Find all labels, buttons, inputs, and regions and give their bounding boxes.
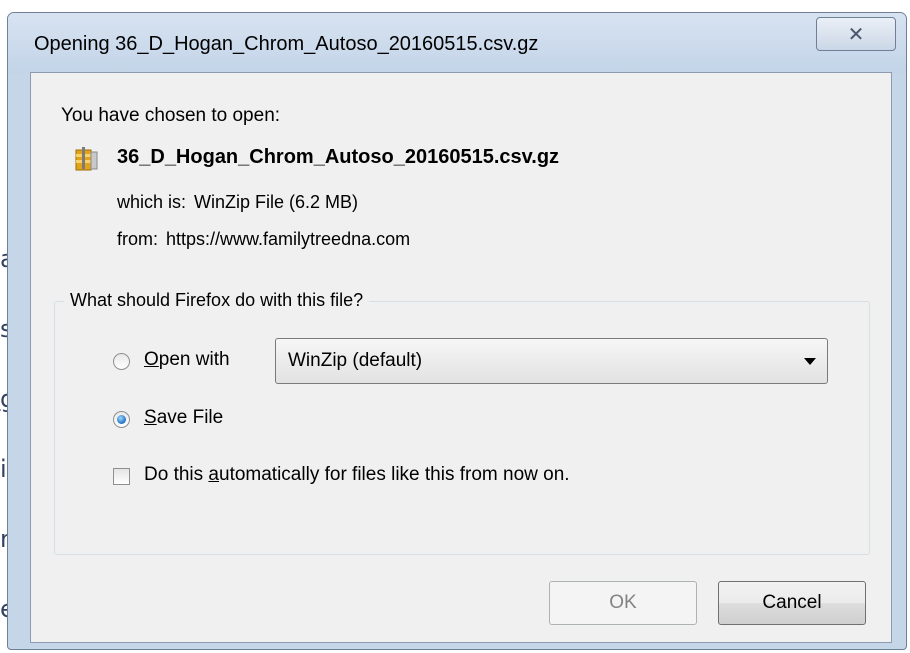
open-with-accel: O [144, 349, 159, 370]
auto-action-checkbox[interactable] [113, 468, 130, 485]
chevron-down-icon [804, 358, 816, 365]
auto-action-label-before: Do this [144, 464, 209, 485]
auto-action-accel: a [208, 464, 219, 485]
auto-action-label[interactable]: Do this automatically for files like thi… [144, 464, 570, 486]
open-with-app-select[interactable]: WinZip (default) [275, 338, 828, 384]
close-button[interactable]: ✕ [816, 17, 896, 51]
dialog-titlebar[interactable]: Opening 36_D_Hogan_Chrom_Autoso_20160515… [8, 13, 906, 73]
ok-button[interactable]: OK [549, 581, 697, 625]
close-icon: ✕ [847, 22, 865, 46]
file-source-label: from: [117, 229, 159, 249]
file-type-value: WinZip File (6.2 MB) [194, 192, 359, 212]
dialog-title: Opening 36_D_Hogan_Chrom_Autoso_20160515… [34, 33, 539, 55]
file-name: 36_D_Hogan_Chrom_Autoso_20160515.csv.gz [117, 146, 560, 168]
save-file-accel: S [144, 407, 157, 428]
file-source-row: from: https://www.familytreedna.com [117, 229, 410, 250]
file-type-label: which is: [117, 192, 187, 212]
save-file-label-rest: ave File [156, 407, 224, 428]
save-file-radio[interactable] [113, 411, 130, 428]
open-with-radio[interactable] [113, 353, 130, 370]
open-with-label-rest: pen with [158, 349, 230, 370]
action-group-legend: What should Firefox do with this file? [64, 290, 370, 311]
cancel-button[interactable]: Cancel [718, 581, 866, 625]
open-with-label[interactable]: Open with [144, 349, 230, 371]
dialog-content: You have chosen to open: 36_D_Hogan_Chro… [30, 72, 892, 643]
file-source-value: https://www.familytreedna.com [166, 229, 411, 249]
winzip-archive-icon [75, 147, 98, 171]
chosen-to-open-label: You have chosen to open: [61, 105, 281, 126]
open-with-app-value: WinZip (default) [288, 350, 423, 371]
file-open-dialog: Opening 36_D_Hogan_Chrom_Autoso_20160515… [7, 12, 907, 650]
background-text-fragment: i [0, 455, 7, 483]
auto-action-label-after: utomatically for files like this from no… [219, 464, 570, 485]
file-type-row: which is: WinZip File (6.2 MB) [117, 192, 358, 213]
save-file-label[interactable]: Save File [144, 407, 223, 429]
